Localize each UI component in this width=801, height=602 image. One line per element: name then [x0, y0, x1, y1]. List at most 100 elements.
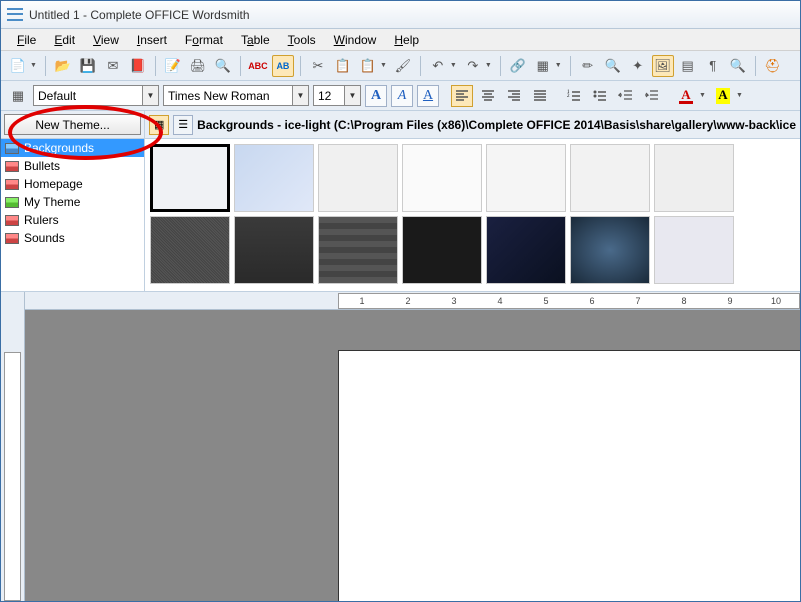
italic-button[interactable]: A	[391, 85, 413, 107]
gallery-thumbnail[interactable]	[654, 216, 734, 284]
nonprint-icon[interactable]: ¶	[702, 55, 724, 77]
align-right-button[interactable]	[503, 85, 525, 107]
style-input[interactable]	[34, 86, 142, 105]
theme-item-bullets[interactable]: Bullets	[1, 157, 144, 175]
theme-item-sounds[interactable]: Sounds	[1, 229, 144, 247]
gallery-thumbnail[interactable]	[570, 216, 650, 284]
menu-edit[interactable]: Edit	[46, 31, 83, 49]
spellcheck-icon[interactable]: ABC	[247, 55, 269, 77]
copy-icon[interactable]: 📋	[332, 55, 354, 77]
align-justify-button[interactable]	[529, 85, 551, 107]
dropdown-arrow-icon[interactable]: ▼	[555, 62, 562, 69]
highlight-button[interactable]: A	[712, 85, 734, 107]
icon-view-button[interactable]: ▦	[149, 115, 169, 135]
undo-icon[interactable]: ↶	[427, 55, 449, 77]
align-center-button[interactable]	[477, 85, 499, 107]
gallery-icon[interactable]: 🖼	[652, 55, 674, 77]
datasources-icon[interactable]: ▤	[677, 55, 699, 77]
gallery-thumbnail[interactable]	[402, 216, 482, 284]
menu-insert[interactable]: Insert	[129, 31, 175, 49]
menu-view[interactable]: View	[85, 31, 127, 49]
dropdown-arrow-icon[interactable]: ▼	[736, 92, 743, 99]
theme-item-homepage[interactable]: Homepage	[1, 175, 144, 193]
dropdown-arrow-icon[interactable]: ▼	[699, 92, 706, 99]
redo-icon[interactable]: ↷	[462, 55, 484, 77]
increase-indent-button[interactable]	[641, 85, 663, 107]
edit-file-icon[interactable]: 📝	[162, 55, 184, 77]
gallery-thumbnail[interactable]	[402, 144, 482, 212]
decrease-indent-button[interactable]	[615, 85, 637, 107]
new-theme-button[interactable]: New Theme...	[4, 114, 141, 135]
horizontal-ruler[interactable]: 1 2 3 4 5 6 7 8 9 10	[25, 292, 800, 310]
font-input[interactable]	[164, 86, 292, 105]
menu-file[interactable]: File	[9, 31, 44, 49]
gallery-thumbnail[interactable]	[150, 144, 230, 212]
bold-button[interactable]: A	[365, 85, 387, 107]
menu-help[interactable]: Help	[386, 31, 427, 49]
chevron-down-icon[interactable]: ▼	[292, 86, 308, 105]
drawing-icon[interactable]: ✏	[577, 55, 599, 77]
theme-list[interactable]: Backgrounds Bullets Homepage My Theme Ru…	[1, 139, 144, 291]
hyperlink-icon[interactable]: 🔗	[507, 55, 529, 77]
gallery-thumbnail[interactable]	[234, 144, 314, 212]
detail-view-button[interactable]: ☰	[173, 115, 193, 135]
align-left-button[interactable]	[451, 85, 473, 107]
gallery-header: ▦ ☰ Backgrounds - ice-light (C:\Program …	[145, 111, 800, 139]
gallery-thumbnail[interactable]	[318, 144, 398, 212]
gallery-sidebar: New Theme... Backgrounds Bullets Homepag…	[1, 111, 145, 291]
document-page[interactable]	[338, 350, 800, 601]
cut-icon[interactable]: ✂	[307, 55, 329, 77]
gallery-thumbnail[interactable]	[150, 216, 230, 284]
window-title: Untitled 1 - Complete OFFICE Wordsmith	[29, 8, 250, 22]
numbered-list-button[interactable]: 12	[563, 85, 585, 107]
folder-icon	[5, 233, 19, 244]
bullet-list-button[interactable]	[589, 85, 611, 107]
menu-format[interactable]: Format	[177, 31, 231, 49]
format-paint-icon[interactable]: 🖌	[392, 55, 414, 77]
dropdown-arrow-icon[interactable]: ▼	[30, 62, 37, 69]
pdf-icon[interactable]: 📕	[127, 55, 149, 77]
underline-button[interactable]: A	[417, 85, 439, 107]
size-input[interactable]	[314, 86, 344, 105]
style-combo[interactable]: ▼	[33, 85, 159, 106]
theme-item-rulers[interactable]: Rulers	[1, 211, 144, 229]
print-icon[interactable]: 🖨	[187, 55, 209, 77]
dropdown-arrow-icon[interactable]: ▼	[380, 62, 387, 69]
styles-icon[interactable]: ▦	[7, 85, 29, 107]
folder-icon	[5, 161, 19, 172]
vertical-ruler[interactable]	[1, 292, 25, 601]
gallery-thumbnail[interactable]	[654, 144, 734, 212]
size-combo[interactable]: ▼	[313, 85, 361, 106]
gallery-thumbnail[interactable]	[234, 216, 314, 284]
menu-tools[interactable]: Tools	[280, 31, 324, 49]
open-icon[interactable]: 📂	[52, 55, 74, 77]
document-area: 1 2 3 4 5 6 7 8 9 10	[1, 292, 800, 601]
email-icon[interactable]: ✉	[102, 55, 124, 77]
page-viewport[interactable]	[25, 310, 800, 601]
font-color-button[interactable]: A	[675, 85, 697, 107]
save-icon[interactable]: 💾	[77, 55, 99, 77]
dropdown-arrow-icon[interactable]: ▼	[450, 62, 457, 69]
new-doc-icon[interactable]: 📄	[7, 55, 29, 77]
gallery-thumbnail[interactable]	[486, 144, 566, 212]
help-icon[interactable]: ⛑	[762, 55, 784, 77]
table-icon[interactable]: ▦	[532, 55, 554, 77]
gallery-thumbnail[interactable]	[570, 144, 650, 212]
chevron-down-icon[interactable]: ▼	[344, 86, 360, 105]
navigator-icon[interactable]: ✦	[627, 55, 649, 77]
find-icon[interactable]: 🔍	[602, 55, 624, 77]
chevron-down-icon[interactable]: ▼	[142, 86, 158, 105]
zoom-icon[interactable]: 🔍	[727, 55, 749, 77]
preview-icon[interactable]: 🔍	[212, 55, 234, 77]
gallery-thumbnail[interactable]	[318, 216, 398, 284]
menu-table[interactable]: Table	[233, 31, 278, 49]
font-combo[interactable]: ▼	[163, 85, 309, 106]
gallery-thumbnail[interactable]	[486, 216, 566, 284]
dropdown-arrow-icon[interactable]: ▼	[485, 62, 492, 69]
autospell-icon[interactable]: AB	[272, 55, 294, 77]
theme-item-mytheme[interactable]: My Theme	[1, 193, 144, 211]
paste-icon[interactable]: 📋	[357, 55, 379, 77]
menu-window[interactable]: Window	[326, 31, 385, 49]
theme-item-backgrounds[interactable]: Backgrounds	[1, 139, 144, 157]
formatting-toolbar: ▦ ▼ ▼ ▼ A A A 12 A▼ A▼	[1, 81, 800, 111]
